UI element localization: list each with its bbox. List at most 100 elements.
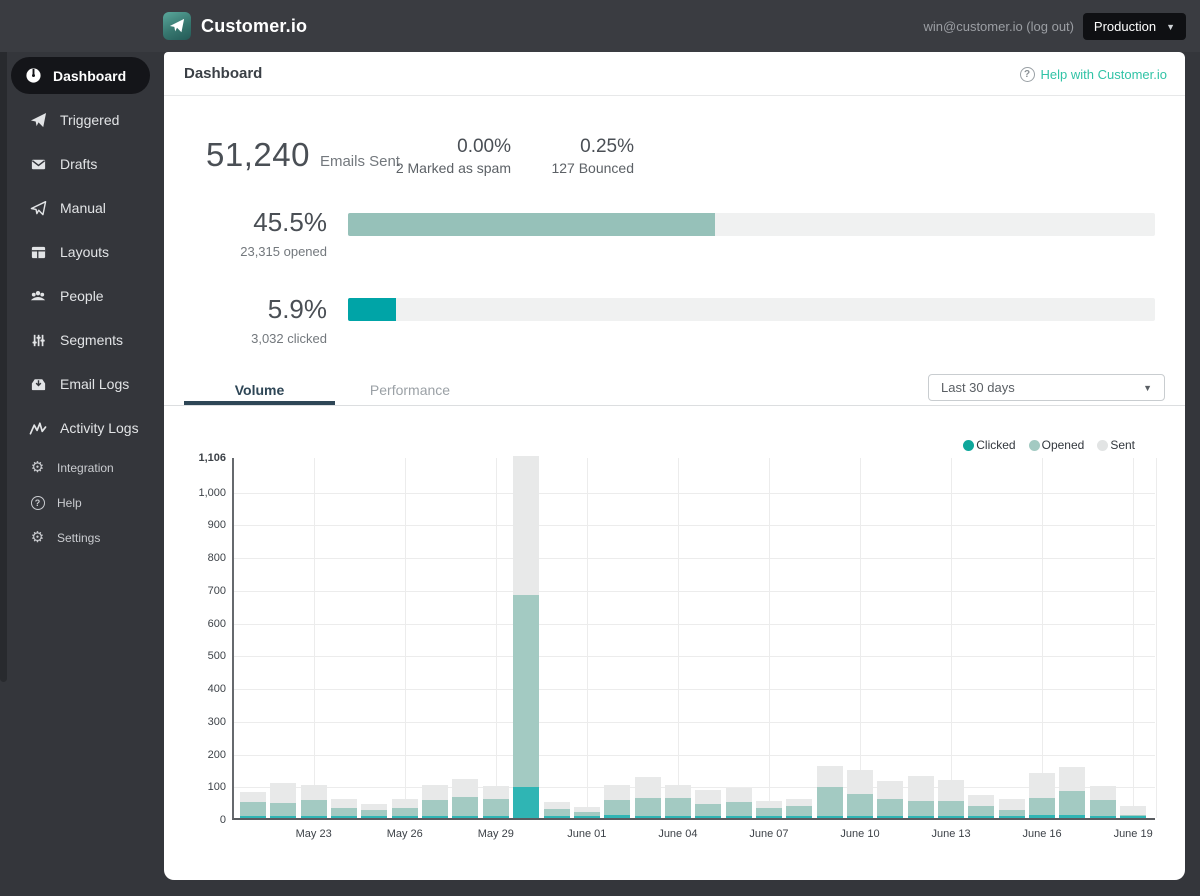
gridline-h xyxy=(234,656,1155,658)
seg-clicked xyxy=(1029,815,1056,818)
bar-june-09[interactable] xyxy=(816,766,843,818)
chevron-down-icon: ▼ xyxy=(1143,382,1152,393)
bar-may-21[interactable] xyxy=(240,791,266,818)
gridline-h xyxy=(234,558,1155,560)
bar-june-04[interactable] xyxy=(664,785,691,818)
bar-may-29[interactable] xyxy=(482,786,509,818)
environment-dropdown[interactable]: Production ▼ xyxy=(1082,13,1186,40)
opened-percent: 45.5% xyxy=(253,207,327,237)
gridline-v xyxy=(951,458,953,818)
tab-performance[interactable]: Performance xyxy=(335,382,485,402)
bar-may-25[interactable] xyxy=(361,803,388,818)
sidebar-item-label: People xyxy=(60,288,104,304)
account-email-logout[interactable]: win@customer.io (log out) xyxy=(924,0,1074,52)
sidebar-item-dashboard[interactable]: Dashboard xyxy=(11,57,150,94)
gear-icon: ⚙ xyxy=(30,459,45,476)
clicked-dot-icon xyxy=(963,439,975,451)
opened-progress-fill xyxy=(348,213,716,236)
spam-label: 2 Marked as spam xyxy=(395,160,511,176)
seg-clicked xyxy=(847,815,873,818)
bar-may-22[interactable] xyxy=(270,782,297,818)
bar-june-03[interactable] xyxy=(634,777,661,818)
help-with-customerio-link[interactable]: ? Help with Customer.io xyxy=(1019,52,1167,96)
opened-dot-icon xyxy=(1028,439,1040,451)
sidebar-item-people[interactable]: People xyxy=(0,274,164,318)
brand-name: Customer.io xyxy=(201,15,308,36)
bar-june-11[interactable] xyxy=(877,780,904,818)
bar-june-17[interactable] xyxy=(1059,767,1086,818)
bar-may-26[interactable] xyxy=(391,798,418,818)
bar-may-23[interactable] xyxy=(300,785,327,818)
sidebar-item-integration[interactable]: ⚙ Integration xyxy=(0,450,164,485)
bar-june-16[interactable] xyxy=(1029,772,1056,818)
bar-june-18[interactable] xyxy=(1089,786,1116,818)
bar-june-08[interactable] xyxy=(786,798,813,818)
y-tick-label: 300 xyxy=(207,715,226,728)
page-header: Dashboard ? Help with Customer.io xyxy=(164,52,1185,96)
legend-item-opened[interactable]: Opened xyxy=(1028,438,1084,452)
bar-june-07[interactable] xyxy=(755,800,782,818)
x-tick-label: June 04 xyxy=(658,828,698,840)
bar-may-30[interactable] xyxy=(513,456,540,818)
sidebar-item-activity-logs[interactable]: Activity Logs xyxy=(0,406,164,450)
sidebar-item-label: Email Logs xyxy=(60,376,130,392)
bar-june-15[interactable] xyxy=(998,799,1025,818)
brand: Customer.io xyxy=(163,0,307,52)
gridline-v xyxy=(313,458,315,818)
bar-june-01[interactable] xyxy=(573,806,600,818)
bar-june-14[interactable] xyxy=(968,794,995,818)
seg-clicked xyxy=(452,816,479,818)
top-bar: Customer.io win@customer.io (log out) Pr… xyxy=(0,0,1200,52)
volume-bar-chart: 1,106 1,000 900 800 700 600 500 400 300 200 100 0 Ma… xyxy=(198,452,1157,840)
y-tick-label: 200 xyxy=(207,748,226,761)
bar-may-24[interactable] xyxy=(331,798,358,818)
seg-clicked xyxy=(543,816,570,818)
bar-june-10[interactable] xyxy=(847,770,873,818)
seg-clicked xyxy=(725,816,752,818)
bar-june-12[interactable] xyxy=(907,776,934,818)
sidebar-item-label: Help xyxy=(57,495,82,510)
sidebar-item-drafts[interactable]: Drafts xyxy=(0,142,164,186)
bar-may-28[interactable] xyxy=(452,779,479,818)
bar-may-27[interactable] xyxy=(422,785,449,818)
bounced-stat: 0.25% 127 Bounced xyxy=(494,136,634,176)
clicked-progress-fill xyxy=(348,298,396,321)
seg-clicked xyxy=(664,816,691,818)
tab-volume[interactable]: Volume xyxy=(184,382,335,402)
opened-label: 23,315 opened xyxy=(240,244,327,259)
sidebar-item-layouts[interactable]: Layouts xyxy=(0,230,164,274)
gridline-h xyxy=(234,492,1155,494)
seg-clicked xyxy=(968,816,995,818)
bar-june-06[interactable] xyxy=(725,787,752,818)
spam-percent: 0.00% xyxy=(457,136,511,157)
gridline-v xyxy=(1133,458,1135,818)
sidebar-item-email-logs[interactable]: Email Logs xyxy=(0,362,164,406)
x-tick-label: May 23 xyxy=(295,828,332,840)
clicked-stat: 5.9% 3,032 clicked xyxy=(184,294,327,346)
opened-stat: 45.5% 23,315 opened xyxy=(184,207,327,259)
gridline-h xyxy=(234,590,1155,592)
date-range-select[interactable]: Last 30 days ▼ xyxy=(928,374,1165,401)
gauge-icon xyxy=(24,67,42,85)
sidebar-item-help[interactable]: ? Help xyxy=(0,485,164,520)
layout-icon xyxy=(29,243,47,261)
sidebar-item-segments[interactable]: Segments xyxy=(0,318,164,362)
seg-clicked xyxy=(573,816,600,818)
emails-sent-value: 51,240 xyxy=(206,136,310,173)
legend-item-clicked[interactable]: Clicked xyxy=(963,438,1016,452)
sidebar-item-settings[interactable]: ⚙ Settings xyxy=(0,520,164,555)
y-tick-label: 600 xyxy=(207,617,226,630)
bar-june-02[interactable] xyxy=(604,784,631,818)
bar-june-05[interactable] xyxy=(695,789,722,818)
legend-item-sent[interactable]: Sent xyxy=(1097,438,1135,452)
question-circle-icon: ? xyxy=(1019,66,1035,82)
bounced-percent: 0.25% xyxy=(580,136,634,157)
sidebar-item-triggered[interactable]: Triggered xyxy=(0,98,164,142)
bar-may-31[interactable] xyxy=(543,801,570,818)
bar-june-13[interactable] xyxy=(938,779,965,818)
main-panel: Dashboard ? Help with Customer.io 51,240… xyxy=(164,52,1185,880)
y-tick-label: 100 xyxy=(207,781,226,794)
seg-opened xyxy=(634,798,661,818)
sidebar-item-manual[interactable]: Manual xyxy=(0,186,164,230)
bar-june-19[interactable] xyxy=(1120,806,1147,818)
